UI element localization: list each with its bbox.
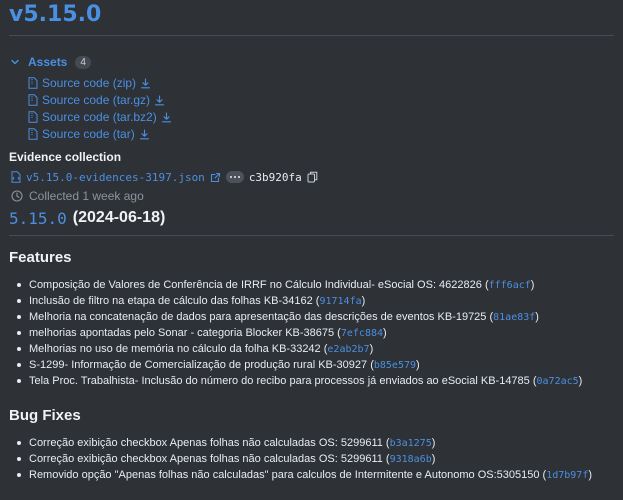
bugfixes-list: Correção exibição checkbox Apenas folhas… [17,435,592,483]
expand-dots-button[interactable] [225,171,244,183]
download-icon[interactable] [154,94,165,106]
copy-icon[interactable] [307,171,318,183]
commit-link[interactable]: b85e579 [374,360,416,371]
commit-link[interactable]: 91714fa [319,296,361,307]
features-heading: Features [9,249,72,266]
assets-count-badge: 4 [75,55,91,69]
release-title[interactable]: v5.15.0 [9,2,101,27]
changelog-version-heading: 5.15.0 (2024-06-18) [9,207,165,229]
assets-toggle[interactable]: Assets 4 [10,54,91,70]
list-item: Correção exibição checkbox Apenas folhas… [17,435,592,451]
list-item: Melhoria na concatenação de dados para a… [17,309,582,325]
evidence-sha: c3b920fa [248,170,302,184]
version-link[interactable]: 5.15.0 [9,209,67,228]
list-item: Correção exibição checkbox Apenas folhas… [17,451,592,467]
list-item: Inclusão de filtro na etapa de cálculo d… [17,293,582,309]
file-zip-icon [28,94,38,106]
collected-time: Collected 1 week ago [11,188,144,204]
bugfixes-heading: Bug Fixes [9,407,81,424]
asset-link-tar-gz[interactable]: Source code (tar.gz) [28,92,165,108]
features-list: Composição de Valores de Conferência de … [17,277,582,389]
evidence-heading: Evidence collection [9,150,122,164]
file-zip-icon [28,111,38,123]
list-item: Composição de Valores de Conferência de … [17,277,582,293]
list-item: melhorias apontadas pelo Sonar - categor… [17,325,582,341]
commit-link[interactable]: 9318a6b [390,454,432,465]
asset-label: Source code (zip) [42,76,137,90]
external-link-icon[interactable] [210,172,221,183]
asset-link-tar[interactable]: Source code (tar) [28,126,150,142]
asset-label: Source code (tar.gz) [42,93,151,107]
commit-link[interactable]: b3a1275 [390,438,432,449]
asset-label: Source code (tar.bz2) [42,110,157,124]
commit-link[interactable]: 0a72ac5 [537,376,579,387]
download-icon[interactable] [139,128,150,140]
file-zip-icon [28,128,38,140]
download-icon[interactable] [140,77,151,89]
file-zip-icon [28,77,38,89]
commit-link[interactable]: 1d7b97f [546,470,588,481]
commit-link[interactable]: fff6acf [489,280,531,291]
list-item: Removido opção "Apenas folhas não calcul… [17,467,592,483]
divider [9,35,614,36]
chevron-down-icon [11,59,19,65]
clock-icon [11,190,23,202]
divider [9,235,614,236]
download-icon[interactable] [161,111,172,123]
file-code-icon [11,171,21,183]
list-item: S-1299- Informação de Comercialização de… [17,357,582,373]
commit-link[interactable]: 81ae83f [493,312,535,323]
commit-link[interactable]: 7efc884 [341,328,383,339]
asset-link-zip[interactable]: Source code (zip) [28,75,151,91]
commit-link[interactable]: e2ab2b7 [327,344,369,355]
release-date: (2024-06-18) [72,209,166,226]
evidence-row: v5.15.0-evidences-3197.json c3b920fa [11,169,318,185]
evidence-file-link[interactable]: v5.15.0-evidences-3197.json [26,171,205,184]
asset-link-tar-bz2[interactable]: Source code (tar.bz2) [28,109,172,125]
collected-label: Collected 1 week ago [29,189,144,203]
list-item: Melhorias no uso de memória no cálculo d… [17,341,582,357]
asset-label: Source code (tar) [42,127,135,141]
assets-label: Assets [28,55,68,69]
list-item: Tela Proc. Trabalhista- Inclusão do núme… [17,373,582,389]
